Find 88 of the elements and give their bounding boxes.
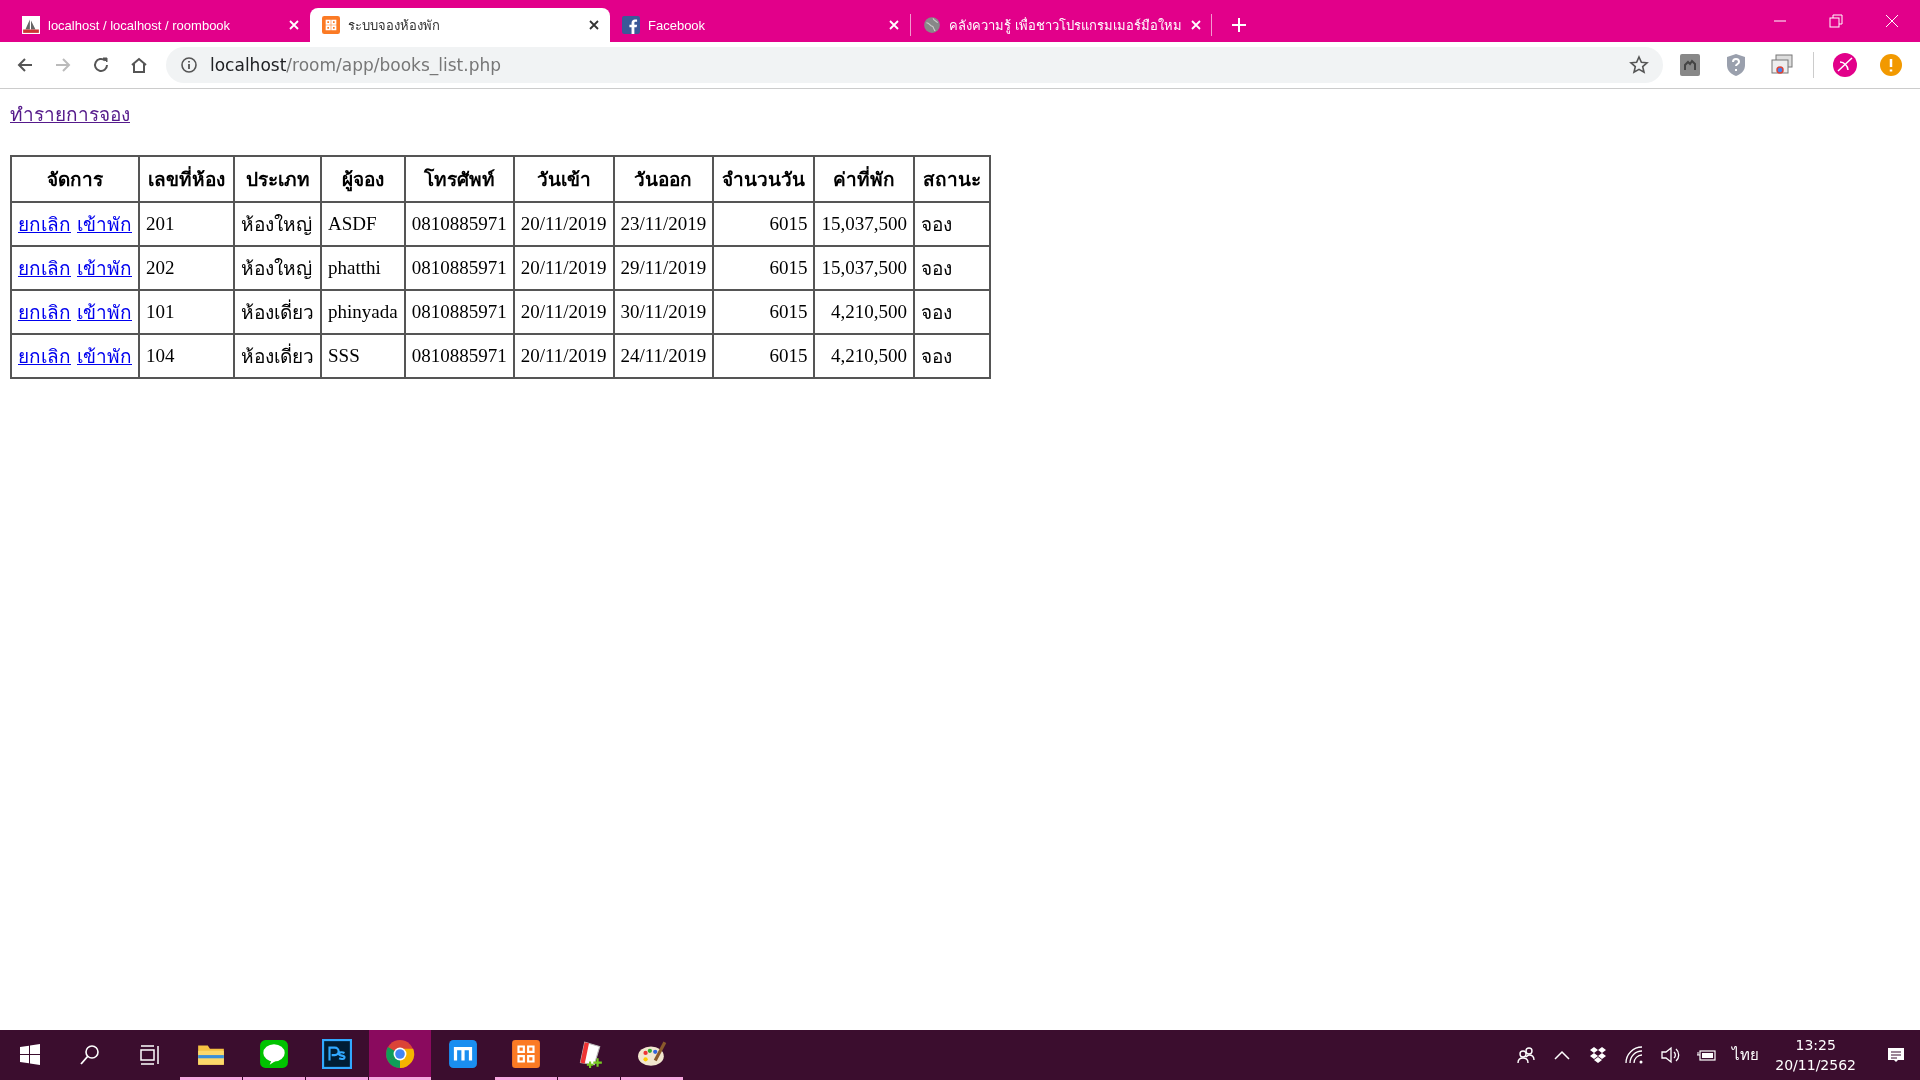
action-link[interactable]: ยกเลิก xyxy=(18,341,71,371)
table-cell: 4,210,500 xyxy=(814,290,914,334)
action-link[interactable]: ยกเลิก xyxy=(18,253,71,283)
table-cell: 6015 xyxy=(713,246,815,290)
close-icon[interactable] xyxy=(588,19,600,31)
table-cell: 23/11/2019 xyxy=(613,202,714,246)
task-view-icon[interactable] xyxy=(138,1043,162,1067)
people-icon[interactable] xyxy=(1516,1045,1537,1065)
table-cell: 0810885971 xyxy=(404,202,514,246)
column-header: ประเภท xyxy=(234,156,321,202)
table-cell: 4,210,500 xyxy=(814,334,914,378)
column-header: ผู้จอง xyxy=(321,156,405,202)
table-cell: จอง xyxy=(913,202,990,246)
table-cell: SSS xyxy=(321,334,405,378)
search-icon[interactable] xyxy=(78,1043,102,1067)
column-header: จำนวนวัน xyxy=(713,156,815,202)
table-cell: จอง xyxy=(913,334,990,378)
notification-icon[interactable] xyxy=(1886,1045,1906,1065)
restore-icon[interactable] xyxy=(1829,14,1843,28)
photoshop-icon xyxy=(322,1038,352,1069)
info-icon[interactable] xyxy=(180,56,198,74)
browser-tab[interactable]: คลังความรู้ เพื่อชาวโปรแกรมเมอร์มือใหม xyxy=(911,8,1211,42)
table-cell: ห้องใหญ่ xyxy=(234,246,321,290)
action-link[interactable]: เข้าพัก xyxy=(77,341,132,371)
speaker-icon[interactable] xyxy=(1660,1045,1681,1065)
maxthon-icon xyxy=(448,1038,478,1069)
table-cell: 20/11/2019 xyxy=(513,246,614,290)
table-cell: 20/11/2019 xyxy=(513,202,614,246)
xampp-icon xyxy=(322,16,340,34)
home-icon[interactable] xyxy=(130,56,148,74)
table-cell: 15,037,500 xyxy=(814,202,914,246)
table-cell: ห้องใหญ่ xyxy=(234,202,321,246)
browser-tab[interactable]: Facebook xyxy=(610,8,910,42)
table-cell: ห้องเดี่ยว xyxy=(234,290,321,334)
action-link[interactable]: เข้าพัก xyxy=(77,297,132,327)
column-header: วันออก xyxy=(613,156,714,202)
table-cell: ห้องเดี่ยว xyxy=(234,334,321,378)
column-header: โทรศัพท์ xyxy=(404,156,514,202)
table-cell: 6015 xyxy=(713,290,815,334)
add-booking-link[interactable]: ทำรายการจอง xyxy=(10,99,130,129)
table-cell: 0810885971 xyxy=(404,334,514,378)
table-cell: 104 xyxy=(139,334,234,378)
column-header: สถานะ xyxy=(913,156,990,202)
input-language-indicator[interactable]: ไทย xyxy=(1732,1043,1760,1067)
table-cell: 20/11/2019 xyxy=(513,290,614,334)
star-icon[interactable] xyxy=(1629,55,1649,75)
address-bar[interactable]: localhost/room/app/books_list.php xyxy=(166,47,1663,83)
globe-icon xyxy=(923,16,941,34)
sailboat-icon xyxy=(22,16,40,34)
action-link[interactable]: เข้าพัก xyxy=(77,209,132,239)
xampp-icon xyxy=(511,1038,541,1069)
browser-tab[interactable]: localhost / localhost / roombook xyxy=(10,8,310,42)
back-arrow-icon[interactable] xyxy=(16,56,34,74)
column-header: เลขที่ห้อง xyxy=(139,156,234,202)
table-cell: 101 xyxy=(139,290,234,334)
table-cell: 24/11/2019 xyxy=(613,334,714,378)
new-tab-icon[interactable] xyxy=(1230,16,1248,34)
clock[interactable]: 13:25 20/11/2562 xyxy=(1775,1035,1856,1075)
table-cell: 0810885971 xyxy=(404,246,514,290)
table-cell: 201 xyxy=(139,202,234,246)
table-cell: phatthi xyxy=(321,246,405,290)
table-cell: 6015 xyxy=(713,202,815,246)
wifi-icon[interactable] xyxy=(1624,1045,1645,1065)
table-cell: 29/11/2019 xyxy=(613,246,714,290)
column-header: ค่าที่พัก xyxy=(814,156,914,202)
column-header: วันเข้า xyxy=(513,156,614,202)
table-cell: 0810885971 xyxy=(404,290,514,334)
table-cell: 202 xyxy=(139,246,234,290)
action-link[interactable]: ยกเลิก xyxy=(18,209,71,239)
table-cell: 15,037,500 xyxy=(814,246,914,290)
chrome-icon xyxy=(385,1038,415,1069)
browser-tab[interactable]: ระบบจองห้องพัก xyxy=(310,8,610,42)
table-cell: จอง xyxy=(913,290,990,334)
windows-start-icon[interactable] xyxy=(18,1043,42,1067)
table-cell: phinyada xyxy=(321,290,405,334)
table-cell: 6015 xyxy=(713,334,815,378)
chat-bubble-icon xyxy=(259,1038,289,1069)
table-cell: 20/11/2019 xyxy=(513,334,614,378)
column-header: จัดการ xyxy=(11,156,139,202)
facebook-icon xyxy=(622,16,640,34)
action-link[interactable]: ยกเลิก xyxy=(18,297,71,327)
reload-icon[interactable] xyxy=(92,56,110,74)
paint-palette-icon xyxy=(637,1038,667,1069)
action-link[interactable]: เข้าพัก xyxy=(77,253,132,283)
table-cell: จอง xyxy=(913,246,990,290)
profile-avatar-icon[interactable] xyxy=(1832,52,1858,78)
table-cell: ASDF xyxy=(321,202,405,246)
table-cell: 30/11/2019 xyxy=(613,290,714,334)
